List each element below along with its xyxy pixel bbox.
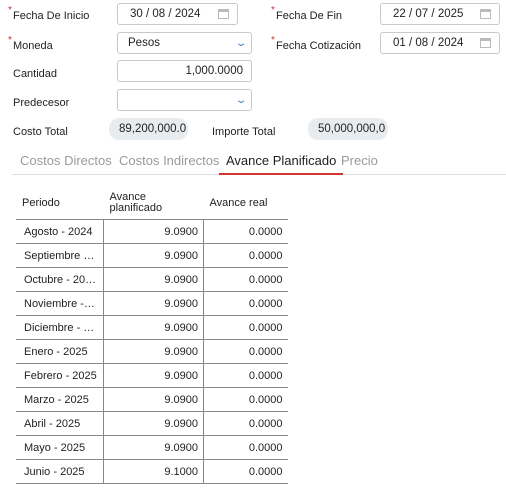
column-header-periodo[interactable]: Periodo	[16, 187, 104, 220]
cell-avance-real[interactable]: 0.0000	[203, 267, 288, 292]
table-row[interactable]: Mayo - 2025 9.0900 0.0000	[16, 435, 288, 460]
fecha-cotizacion-label: * Fecha Cotización	[271, 35, 361, 52]
table-row[interactable]: Noviembre - 2024 9.0900 0.0000	[16, 291, 288, 316]
cell-avance-planificado[interactable]: 9.0900	[103, 363, 204, 388]
importe-total-value: 50,000,000,0	[308, 118, 388, 140]
calendar-icon[interactable]	[480, 9, 491, 19]
fecha-cotizacion-month[interactable]: 08	[415, 37, 428, 49]
cell-avance-real[interactable]: 0.0000	[203, 459, 288, 484]
table-row[interactable]: Diciembre - 2024 9.0900 0.0000	[16, 315, 288, 340]
cell-avance-planificado[interactable]: 9.1000	[103, 459, 204, 484]
predecesor-label: Predecesor	[13, 97, 70, 109]
table-row[interactable]: Agosto - 2024 9.0900 0.0000	[16, 219, 288, 244]
cell-avance-planificado[interactable]: 9.0900	[103, 387, 204, 412]
cell-avance-real[interactable]: 0.0000	[203, 435, 288, 460]
table-row[interactable]: Marzo - 2025 9.0900 0.0000	[16, 387, 288, 412]
cantidad-input[interactable]: 1,000.0000	[117, 60, 252, 82]
table-row[interactable]: Octubre - 2024 9.0900 0.0000	[16, 267, 288, 292]
fecha-inicio-month[interactable]: 08	[152, 8, 165, 20]
cell-avance-planificado[interactable]: 9.0900	[103, 339, 204, 364]
cell-avance-planificado[interactable]: 9.0900	[103, 411, 204, 436]
cell-periodo[interactable]: Mayo - 2025	[16, 435, 104, 460]
avance-table: Periodo Avance planificado Avance real A…	[16, 187, 288, 484]
cell-avance-real[interactable]: 0.0000	[203, 387, 288, 412]
predecesor-select[interactable]: ⌄	[117, 89, 252, 111]
chevron-down-icon[interactable]: ⌄	[235, 38, 248, 49]
fecha-inicio-year[interactable]: 2024	[175, 8, 201, 20]
cell-avance-real[interactable]: 0.0000	[203, 315, 288, 340]
fecha-cotizacion-day[interactable]: 01	[393, 37, 406, 49]
table-header-row: Periodo Avance planificado Avance real	[16, 187, 288, 220]
tab-bar: Costos Directos Costos Indirectos Avance…	[12, 152, 506, 175]
fecha-fin-day[interactable]: 22	[393, 8, 406, 20]
cell-periodo[interactable]: Junio - 2025	[16, 459, 104, 484]
importe-total-label: Importe Total	[212, 126, 276, 138]
cell-periodo[interactable]: Septiembre - 2024	[16, 243, 104, 268]
column-header-avance-real[interactable]: Avance real	[203, 187, 288, 220]
moneda-label: * Moneda	[8, 35, 53, 52]
cell-avance-real[interactable]: 0.0000	[203, 411, 288, 436]
tab-avance-planificado[interactable]: Avance Planificado	[219, 152, 344, 175]
table-row[interactable]: Junio - 2025 9.1000 0.0000	[16, 459, 288, 484]
table-row[interactable]: Enero - 2025 9.0900 0.0000	[16, 339, 288, 364]
cell-periodo[interactable]: Febrero - 2025	[16, 363, 104, 388]
cell-avance-real[interactable]: 0.0000	[203, 363, 288, 388]
cell-periodo[interactable]: Enero - 2025	[16, 339, 104, 364]
chevron-down-icon[interactable]: ⌄	[235, 95, 248, 106]
fecha-inicio-day[interactable]: 30	[130, 8, 143, 20]
cell-periodo[interactable]: Abril - 2025	[16, 411, 104, 436]
cell-periodo[interactable]: Diciembre - 2024	[16, 315, 104, 340]
costo-total-label: Costo Total	[13, 126, 68, 138]
cell-avance-planificado[interactable]: 9.0900	[103, 435, 204, 460]
tab-precio[interactable]: Precio	[341, 152, 378, 173]
cell-avance-planificado[interactable]: 9.0900	[103, 219, 204, 244]
costo-total-value: 89,200,000.0	[109, 118, 188, 140]
fecha-fin-month[interactable]: 07	[415, 8, 428, 20]
moneda-select[interactable]: Pesos ⌄	[117, 32, 252, 54]
cell-periodo[interactable]: Octubre - 2024	[16, 267, 104, 292]
cell-periodo[interactable]: Marzo - 2025	[16, 387, 104, 412]
cell-avance-planificado[interactable]: 9.0900	[103, 267, 204, 292]
table-row[interactable]: Septiembre - 20249.09000.0000	[16, 243, 288, 268]
cell-periodo[interactable]: Agosto - 2024	[16, 219, 104, 244]
table-row[interactable]: Abril - 2025 9.0900 0.0000	[16, 411, 288, 436]
cell-avance-real[interactable]: 0.0000	[203, 291, 288, 316]
calendar-icon[interactable]	[480, 38, 491, 48]
cell-avance-real[interactable]: 0.0000	[203, 243, 288, 268]
table-row[interactable]: Febrero - 2025 9.0900 0.0000	[16, 363, 288, 388]
fecha-cotizacion-input[interactable]: 01 / 08 / 2024	[380, 32, 500, 54]
fecha-fin-year[interactable]: 2025	[438, 8, 464, 20]
fecha-cotizacion-year[interactable]: 2024	[438, 37, 464, 49]
tab-costos-indirectos[interactable]: Costos Indirectos	[119, 152, 219, 173]
column-header-avance-planificado[interactable]: Avance planificado	[103, 187, 204, 220]
calendar-icon[interactable]	[218, 9, 229, 19]
cell-avance-real[interactable]: 0.0000	[203, 339, 288, 364]
cell-avance-planificado[interactable]: 9.0900	[103, 315, 204, 340]
cell-avance-real[interactable]: 0.0000	[203, 219, 288, 244]
fecha-inicio-input[interactable]: 30 / 08 / 2024	[117, 3, 238, 25]
cell-avance-planificado[interactable]: 9.0900	[103, 291, 204, 316]
cell-avance-planificado[interactable]: 9.0900	[103, 243, 204, 268]
fecha-inicio-label: * Fecha De Inicio	[8, 5, 90, 22]
cell-periodo[interactable]: Noviembre - 2024	[16, 291, 104, 316]
cantidad-label: Cantidad	[13, 68, 58, 80]
tab-costos-directos[interactable]: Costos Directos	[20, 152, 112, 173]
fecha-fin-input[interactable]: 22 / 07 / 2025	[380, 3, 500, 25]
fecha-fin-label: * Fecha De Fin	[271, 5, 343, 22]
